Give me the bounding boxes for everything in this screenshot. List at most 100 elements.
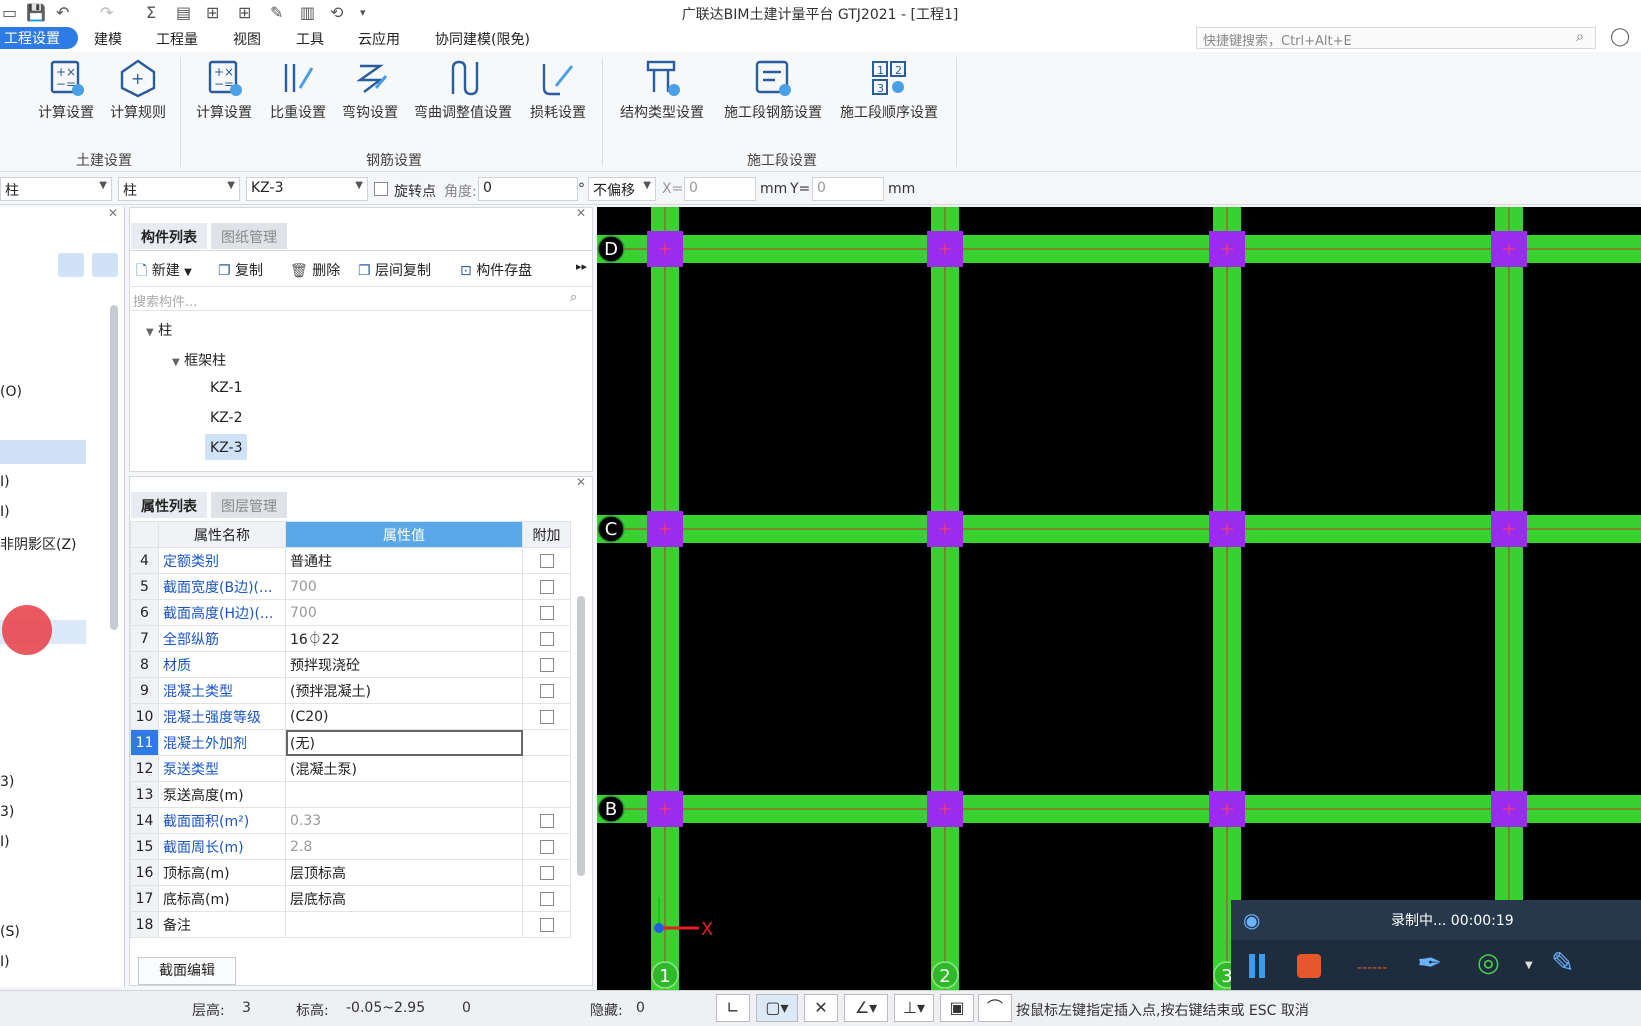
tree-item-kz1[interactable]: KZ-1 (210, 380, 242, 396)
structure-type-settings-button[interactable]: 结构类型设置 (612, 58, 712, 121)
element-subtype-combo[interactable]: 柱 ▼ (118, 177, 240, 201)
property-value[interactable] (285, 781, 523, 808)
left-item[interactable]: I) (0, 474, 10, 490)
save-icon[interactable]: 💾 (26, 3, 46, 22)
extra-checkbox[interactable] (539, 579, 554, 594)
left-item[interactable]: (S) (0, 924, 20, 940)
rebar-calc-settings-button[interactable]: +× −= 计算设置 (190, 58, 258, 121)
property-value[interactable]: 700 (285, 573, 523, 600)
loss-settings-button[interactable]: 损耗设置 (524, 58, 592, 121)
property-value[interactable]: 0.33 (285, 807, 523, 834)
save-component-button[interactable]: ⊡ 构件存盘 (460, 260, 532, 280)
table-row[interactable]: 4 定额类别 普通柱 (130, 547, 571, 574)
y-offset-input[interactable]: 0 (812, 177, 884, 201)
undo-icon[interactable]: ↶ (56, 3, 69, 22)
x-offset-input[interactable]: 0 (684, 177, 756, 201)
menu-item-project-settings[interactable]: 工程设置 (0, 27, 78, 49)
table-row[interactable]: 11 混凝土外加剂 (无) (130, 729, 571, 756)
floor-copy-button[interactable]: ❐ 层间复制 (358, 260, 431, 280)
sync-icon[interactable]: ⟲ (330, 3, 343, 22)
left-item[interactable]: 3) (0, 804, 14, 820)
table-row[interactable]: 12 泵送类型 (混凝土泵) (130, 755, 571, 782)
table-row[interactable]: 17 底标高(m) 层底标高 (130, 885, 571, 912)
left-item[interactable]: 非阴影区(Z) (0, 534, 77, 554)
tree-root-column[interactable]: ▼ 柱 (146, 320, 172, 340)
property-scrollbar[interactable] (577, 596, 585, 876)
menu-item-tools[interactable]: 工具 (296, 29, 324, 49)
angle-snap-icon[interactable]: ∠▾ (844, 994, 888, 1022)
report-icon[interactable]: ▤ (176, 3, 191, 22)
menu-item-cloud[interactable]: 云应用 (358, 29, 400, 49)
axis-label[interactable]: 1 (659, 966, 670, 987)
extra-checkbox[interactable] (539, 865, 554, 880)
extra-checkbox[interactable] (539, 683, 554, 698)
property-value[interactable]: 层底标高 (285, 885, 523, 912)
line-style-icon[interactable]: ------ (1357, 960, 1387, 976)
table-row[interactable]: 15 截面周长(m) 2.8 (130, 833, 571, 860)
sum-icon[interactable]: Σ (146, 3, 156, 22)
weight-settings-button[interactable]: 比重设置 (264, 58, 332, 121)
phase-order-settings-button[interactable]: 123 施工段顺序设置 (834, 58, 944, 121)
table-row[interactable]: 8 材质 预拌现浇砼 (130, 651, 571, 678)
stop-icon[interactable] (1297, 954, 1321, 978)
property-value[interactable]: 预拌现浇砼 (285, 651, 523, 678)
property-value[interactable]: (预拌混凝土) (285, 677, 523, 704)
property-value[interactable]: 普通柱 (285, 547, 523, 574)
rotate-point-checkbox[interactable] (374, 182, 388, 200)
user-icon[interactable]: ◯ (1610, 26, 1630, 47)
extra-checkbox[interactable] (539, 891, 554, 906)
extra-checkbox[interactable] (539, 709, 554, 724)
table-row[interactable]: 10 混凝土强度等级 (C20) (130, 703, 571, 730)
tab-property-list[interactable]: 属性列表 (131, 492, 207, 518)
extra-checkbox[interactable] (539, 553, 554, 568)
left-item[interactable]: 3) (0, 774, 14, 790)
chevron-down-icon[interactable]: ▼ (1525, 960, 1533, 971)
left-item[interactable]: I) (0, 504, 10, 520)
grid-settings-icon[interactable]: ⊞ (238, 3, 251, 22)
property-value[interactable]: (C20) (285, 703, 523, 730)
more-icon[interactable]: ▸▸ (576, 260, 587, 273)
list-view-icon[interactable] (58, 253, 84, 277)
table-row[interactable]: 5 截面宽度(B边)(... 700 (130, 573, 571, 600)
table-row[interactable]: 9 混凝土类型 (预拌混凝土) (130, 677, 571, 704)
pencil-icon[interactable]: ✎ (1551, 946, 1574, 979)
section-edit-button[interactable]: 截面编辑 (138, 957, 236, 985)
left-item[interactable]: I) (0, 954, 10, 970)
left-item-selected[interactable] (0, 440, 86, 464)
customize-arrow-icon[interactable]: ▾ (360, 6, 366, 19)
property-value[interactable]: 700 (285, 599, 523, 626)
table-row[interactable]: 16 顶标高(m) 层顶标高 (130, 859, 571, 886)
bend-adjust-settings-button[interactable]: 弯曲调整值设置 (408, 58, 518, 121)
tab-layer-manager[interactable]: 图层管理 (211, 492, 287, 518)
pen-tool-icon[interactable]: ✒ (1417, 946, 1442, 981)
civil-calc-settings-button[interactable]: +× −= 计算设置 (32, 58, 100, 121)
property-value[interactable]: 层顶标高 (285, 859, 523, 886)
grid-drawing[interactable]: DCB1 2 3X (597, 207, 1641, 990)
table-row[interactable]: 14 截面面积(m²) 0.33 (130, 807, 571, 834)
element-type-combo[interactable]: 柱 ▼ (0, 177, 112, 201)
redo-icon[interactable]: ↷ (100, 3, 113, 22)
table-icon[interactable]: ▥ (300, 3, 315, 22)
detail-view-icon[interactable] (92, 253, 118, 277)
layer-icon[interactable]: ▣ (940, 994, 974, 1022)
phase-rebar-settings-button[interactable]: 施工段钢筋设置 (718, 58, 828, 121)
axis-label[interactable]: D (604, 239, 618, 260)
extra-checkbox[interactable] (539, 631, 554, 646)
menu-item-collab[interactable]: 协同建模(限免) (435, 29, 530, 49)
left-item[interactable]: I) (0, 834, 10, 850)
dimension-icon[interactable]: ⊥▾ (894, 994, 934, 1022)
table-row[interactable]: 6 截面高度(H边)(... 700 (130, 599, 571, 626)
copy-button[interactable]: ❐ 复制 (218, 260, 263, 280)
close-icon[interactable]: ✕ (108, 206, 118, 220)
drawing-canvas[interactable]: DCB123X (597, 207, 1641, 990)
menu-item-quantity[interactable]: 工程量 (156, 29, 198, 49)
edit-icon[interactable]: ✎ (270, 3, 283, 22)
close-icon[interactable]: ✕ (576, 206, 586, 220)
left-item[interactable]: (O) (0, 384, 22, 400)
extra-checkbox[interactable] (539, 813, 554, 828)
close-icon[interactable]: ✕ (576, 475, 586, 489)
table-row[interactable]: 7 全部纵筋 16⏀22 (130, 625, 571, 652)
shortcut-search-input[interactable]: 快捷键搜索，Ctrl+Alt+E (1196, 27, 1596, 49)
tree-item-kz2[interactable]: KZ-2 (210, 410, 242, 426)
property-value[interactable]: (混凝土泵) (285, 755, 523, 782)
